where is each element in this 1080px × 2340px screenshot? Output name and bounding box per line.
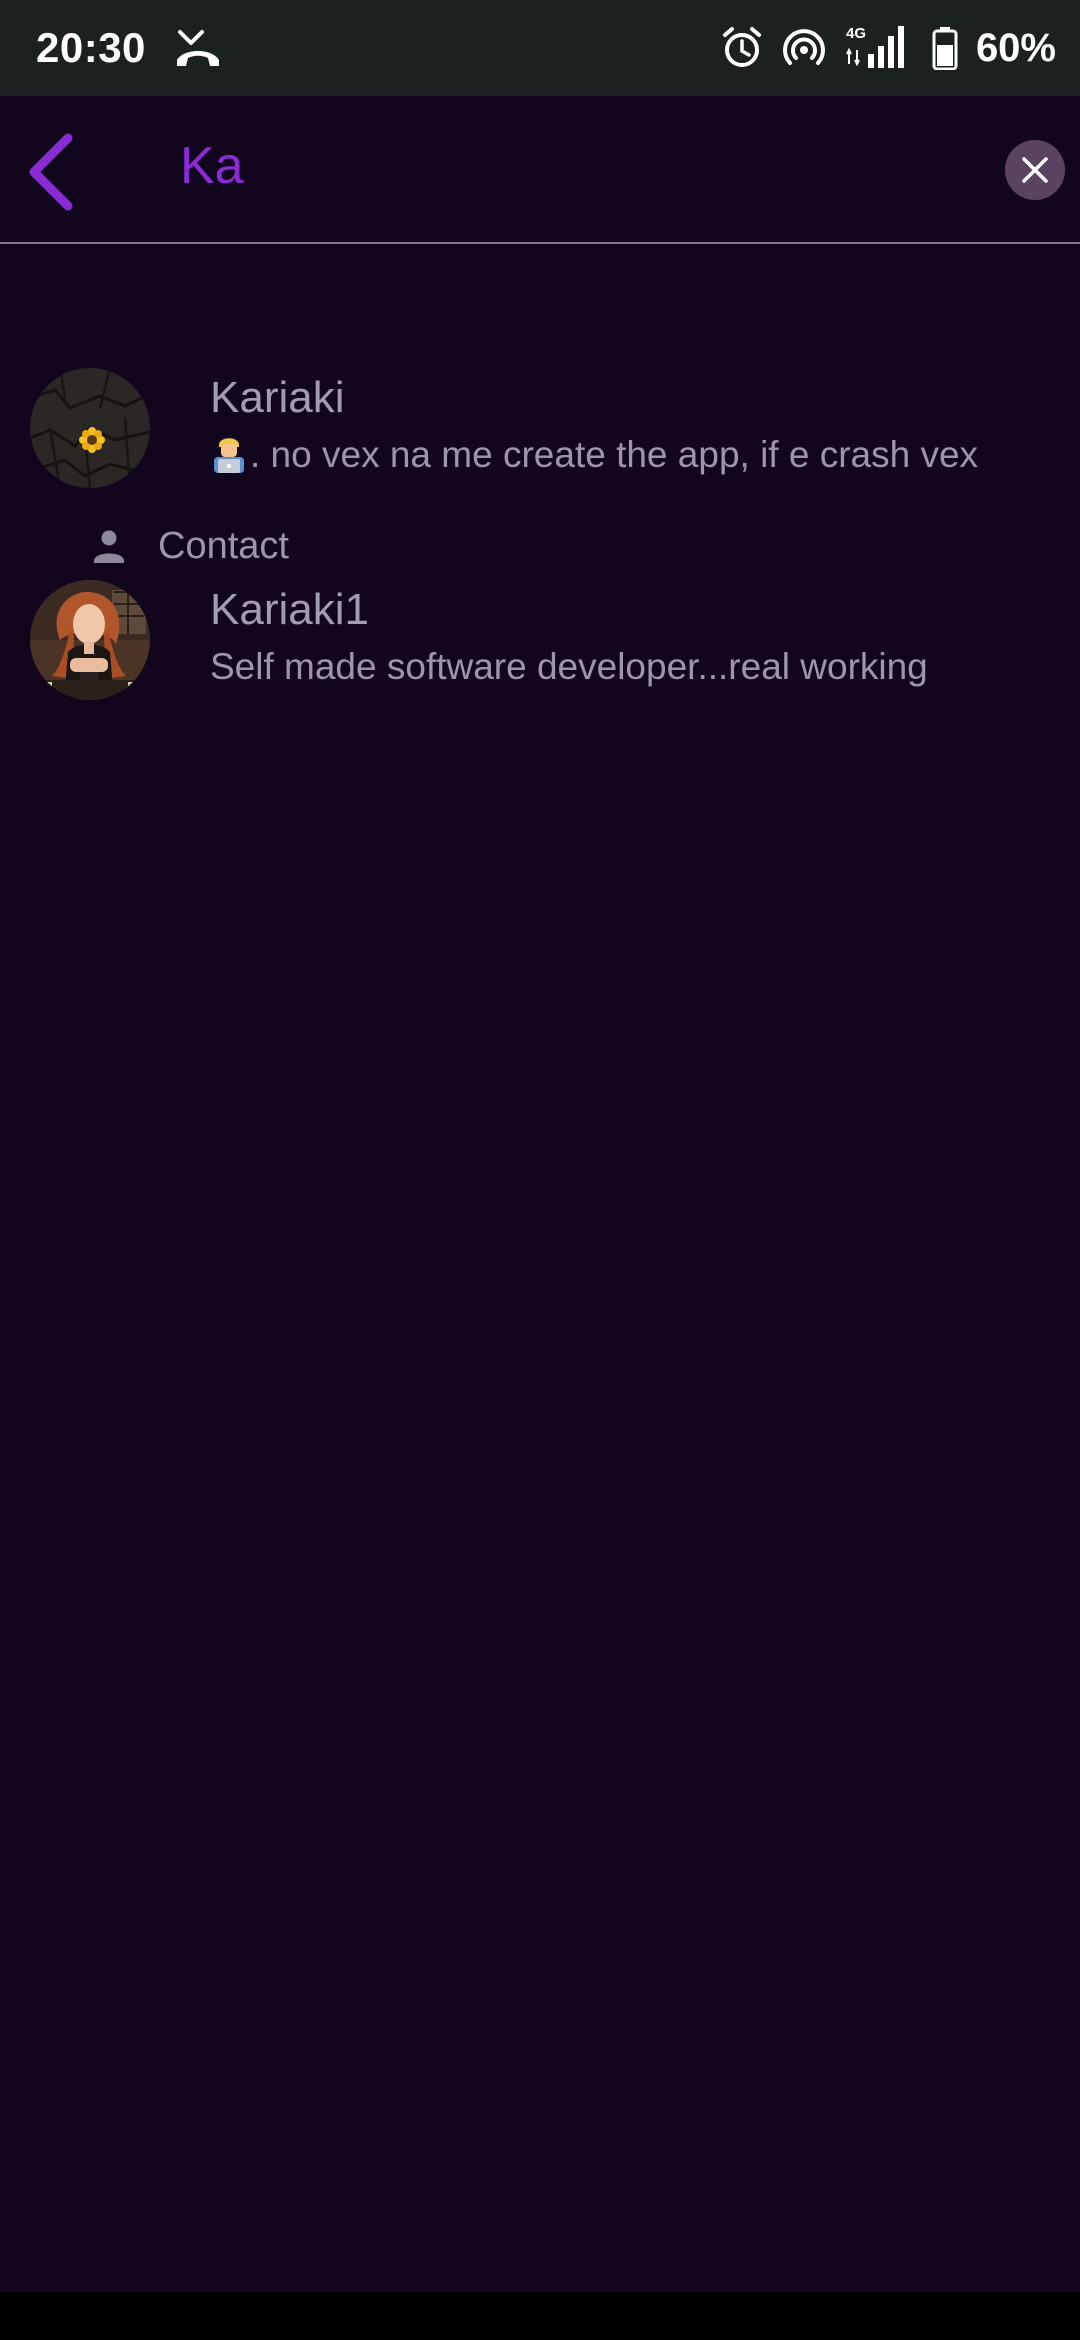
section-header-contact: Contact [90,518,289,574]
chevron-left-icon [29,133,73,211]
hotspot-icon [782,29,825,65]
search-header [0,96,1080,244]
person-icon [94,530,124,563]
navigation-bar [0,2292,1080,2340]
technologist-icon [214,438,244,473]
battery-icon [932,27,958,70]
result-name: Kariaki [210,373,345,422]
result-description-text: . no vex na me create the app, if e cras… [250,434,979,475]
battery-percent: 60% [975,26,1056,70]
result-description: . no vex na me create the app, if e cras… [210,432,978,478]
sunflower-avatar-image [30,368,150,488]
contact-description: Self made software developer...real work… [210,646,928,687]
missed-call-icon [177,30,219,66]
alarm-icon [722,27,761,67]
back-button[interactable] [20,132,90,212]
svg-text:4G: 4G [846,25,866,42]
section-label: Contact [158,525,289,567]
search-result-item[interactable]: Kariaki . no vex na me create the app, i… [0,368,1080,492]
status-bar: 20:30 4G 60% [0,0,1080,96]
contact-item[interactable]: Kariaki1 Self made software developer...… [0,580,1080,704]
close-icon [1022,157,1048,183]
clear-search-button[interactable] [1005,140,1065,200]
avatar [30,580,150,700]
status-icons: 4G 60% [720,20,1056,76]
status-time: 20:30 [36,24,146,71]
contact-name: Kariaki1 [210,585,369,634]
signal-icon: 4G [846,25,904,68]
avatar [30,368,150,488]
portrait-avatar-image [30,580,150,700]
search-input[interactable] [180,126,960,206]
